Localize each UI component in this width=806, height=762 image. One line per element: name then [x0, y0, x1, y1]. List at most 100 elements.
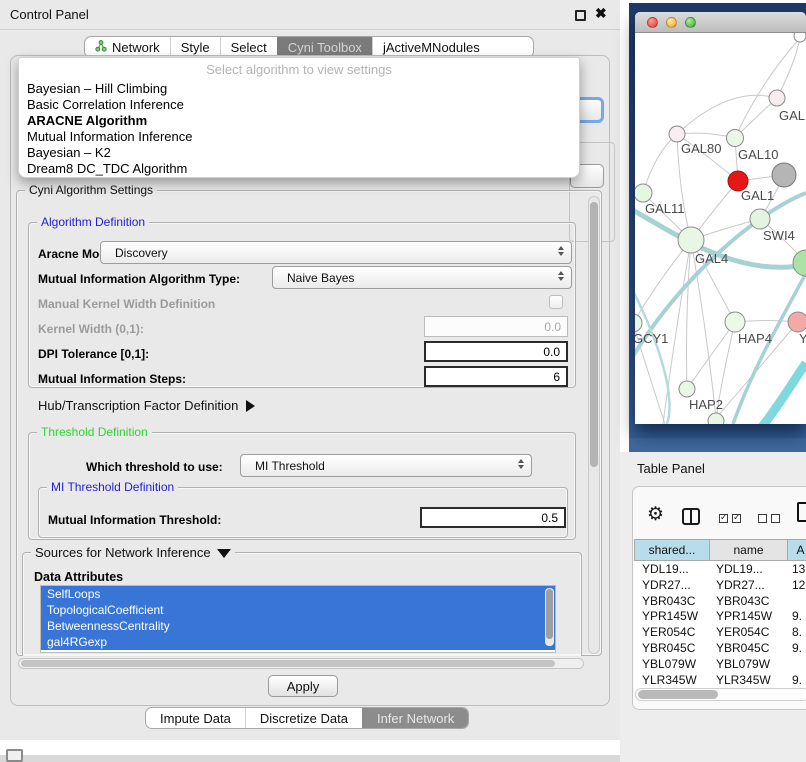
node-bottom-partial[interactable]	[708, 413, 724, 424]
table-row[interactable]: YPR145WYPR145W9.	[634, 608, 806, 624]
settings-horizontal-scrollbar[interactable]	[18, 658, 584, 669]
zoom-traffic-light[interactable]	[685, 17, 696, 28]
unchecked-checkbox-icon[interactable]	[758, 514, 767, 523]
control-panel-titlebar: Control Panel ✖	[0, 0, 620, 30]
mi-steps-field[interactable]: 6	[424, 366, 568, 387]
node-top-partial[interactable]	[794, 33, 806, 42]
scrollbar-thumb[interactable]	[638, 690, 718, 699]
table-row[interactable]: YBR043CYBR043C	[634, 593, 806, 609]
node-gal4[interactable]	[678, 227, 704, 253]
scrollbar-thumb[interactable]	[546, 589, 553, 639]
tab-select[interactable]: Select	[220, 37, 277, 57]
column-header-a[interactable]: A	[788, 539, 806, 561]
dpi-tolerance-field[interactable]: 0.0	[424, 341, 568, 362]
sources-group-title[interactable]: Sources for Network Inference	[31, 545, 235, 560]
tab-infer-network[interactable]: Infer Network	[362, 708, 468, 728]
unchecked-checkbox-icon[interactable]	[771, 514, 780, 523]
minimize-traffic-light[interactable]	[666, 17, 677, 28]
settings-vertical-scrollbar[interactable]	[588, 196, 600, 654]
dropdown-item[interactable]: Bayesian – Hill Climbing	[23, 81, 573, 97]
dropdown-item[interactable]: Mutual Information Inference	[23, 129, 573, 145]
file-icon[interactable]	[797, 502, 806, 522]
node-label: HAP2	[689, 397, 723, 412]
node-swi4[interactable]	[750, 209, 770, 229]
minimized-panel-icon[interactable]	[6, 749, 23, 762]
node-gal-cut[interactable]	[769, 90, 785, 106]
hub-definition-expander[interactable]: Hub/Transcription Factor Definition	[38, 398, 255, 413]
node-gal80[interactable]	[669, 126, 685, 142]
kernel-width-label: Kernel Width (0,1):	[38, 322, 144, 336]
table-row[interactable]: YLR345WYLR345W9.	[634, 672, 806, 688]
scrollbar-thumb[interactable]	[21, 660, 555, 667]
which-threshold-select[interactable]: MI Threshold	[240, 454, 532, 477]
table-row[interactable]: YDR27...YDR27...12	[634, 577, 806, 593]
dropdown-item[interactable]: Dream8 DC_TDC Algorithm	[23, 161, 573, 177]
tab-network[interactable]: Network	[85, 37, 170, 57]
aracne-mode-select[interactable]: Discovery	[100, 241, 572, 264]
node-label: SWI4	[763, 228, 795, 243]
checked-checkbox-icon[interactable]	[732, 514, 741, 523]
columns-icon[interactable]	[682, 508, 700, 525]
list-item[interactable]: BetweennessCentrality	[41, 618, 555, 634]
cell-a: 8.	[792, 625, 802, 639]
network-window-titlebar[interactable]	[635, 12, 806, 33]
node-left-partial[interactable]	[635, 314, 642, 332]
node-gal10[interactable]	[727, 130, 744, 147]
hub-definition-label: Hub/Transcription Factor Definition	[38, 398, 238, 413]
tab-discretize-data[interactable]: Discretize Data	[245, 708, 362, 728]
cell-shared: YDR27...	[642, 578, 691, 592]
table-row[interactable]: YER054CYER054C8.	[634, 624, 806, 640]
tab-style[interactable]: Style	[170, 37, 220, 57]
tab-cyni-toolbox-label: Cyni Toolbox	[288, 40, 362, 55]
tab-style-label: Style	[181, 40, 210, 55]
node-label: GAL80	[681, 141, 721, 156]
table-row[interactable]: YBR045CYBR045C9.	[634, 640, 806, 656]
node-salmon[interactable]	[788, 312, 806, 332]
node-gray-hub[interactable]	[772, 163, 796, 187]
tab-impute-data-label: Impute Data	[160, 711, 231, 726]
mi-algorithm-type-select[interactable]: Naive Bayes	[272, 266, 572, 289]
cell-shared: YBL079W	[642, 657, 696, 671]
apply-button[interactable]: Apply	[268, 675, 338, 697]
dropdown-item[interactable]: Basic Correlation Inference	[23, 97, 573, 113]
tab-cyni-toolbox[interactable]: Cyni Toolbox	[277, 37, 372, 57]
kernel-width-field[interactable]: 0.0	[424, 316, 568, 337]
node-label: HAP4	[738, 331, 772, 346]
dropdown-item[interactable]: Bayesian – K2	[23, 145, 573, 161]
tab-discretize-data-label: Discretize Data	[260, 711, 348, 726]
tab-impute-data[interactable]: Impute Data	[146, 708, 245, 728]
node-right-green[interactable]	[793, 250, 806, 276]
table-panel-title: Table Panel	[637, 461, 705, 476]
gear-icon[interactable]: ⚙	[647, 503, 664, 526]
column-header-shared[interactable]: shared...	[634, 539, 710, 561]
float-window-icon[interactable]	[575, 10, 586, 21]
algorithm-dropdown: Select algorithm to view settings Bayesi…	[18, 57, 580, 178]
table-row[interactable]: YDL19...YDL19...13	[634, 561, 806, 577]
list-item[interactable]: SelfLoops	[41, 586, 555, 602]
node-hap4[interactable]	[725, 312, 745, 332]
dropdown-item-selected[interactable]: ARACNE Algorithm	[23, 113, 573, 129]
list-vertical-scrollbar[interactable]	[545, 588, 554, 646]
list-item[interactable]: TopologicalCoefficient	[41, 602, 555, 618]
network-canvas[interactable]: GAL GAL80 GAL10 GAL1 GAL11 SWI4 GAL4 GCY…	[635, 33, 806, 424]
network-tab-icon	[95, 40, 107, 55]
checked-checkbox-icon[interactable]	[719, 514, 728, 523]
tab-jactivemnodules[interactable]: jActiveMNodules	[372, 37, 490, 57]
node-gal11[interactable]	[635, 184, 652, 202]
close-traffic-light[interactable]	[647, 17, 658, 28]
list-item[interactable]: gal4RGexp	[41, 634, 555, 650]
cell-a: 9.	[792, 641, 802, 655]
table-horizontal-scrollbar[interactable]	[635, 688, 806, 701]
table-row[interactable]: YBL079WYBL079W	[634, 656, 806, 672]
cell-name: YBR043C	[716, 594, 769, 608]
close-icon[interactable]: ✖	[595, 5, 607, 22]
scrollbar-thumb[interactable]	[590, 202, 598, 467]
cell-name: YDL19...	[716, 562, 763, 576]
mi-threshold-field[interactable]: 0.5	[420, 507, 566, 528]
manual-kernel-width-checkbox[interactable]	[549, 295, 563, 309]
column-header-name[interactable]: name	[710, 539, 788, 561]
cell-a: 9.	[792, 609, 802, 623]
node-label: GCY1	[635, 331, 668, 346]
node-hap2[interactable]	[679, 381, 695, 397]
control-panel-title: Control Panel	[10, 7, 89, 22]
